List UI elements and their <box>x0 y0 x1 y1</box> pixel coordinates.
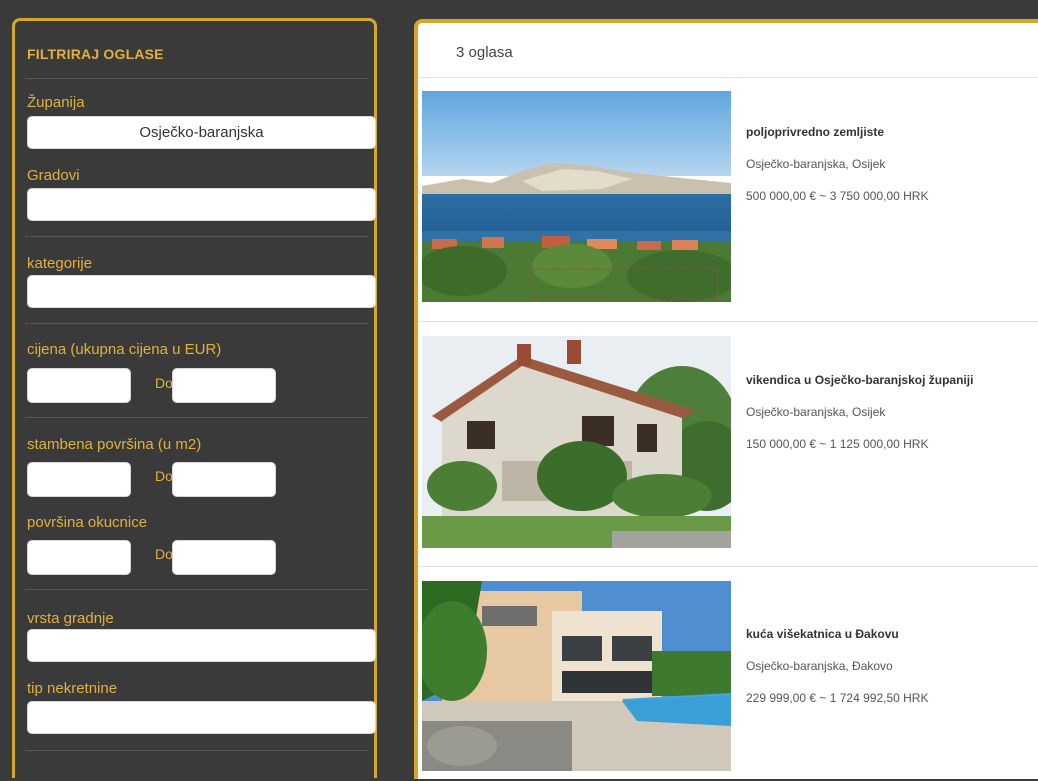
zupanija-select[interactable]: Osječko-baranjska <box>27 116 376 149</box>
listing-price: 500 000,00 € ~ 3 750 000,00 HRK <box>746 189 929 203</box>
divider <box>25 589 368 590</box>
filter-title: FILTRIRAJ OGLASE <box>27 46 164 62</box>
filter-sidebar: FILTRIRAJ OGLASE Županija Osječko-baranj… <box>12 18 377 778</box>
stambena-min-input[interactable] <box>27 462 131 497</box>
gradovi-label: Gradovi <box>27 167 80 184</box>
sea-coast-landscape-photo <box>422 91 731 302</box>
divider <box>25 417 368 418</box>
listing-card[interactable]: poljoprivredno zemljiste Osječko-baranjs… <box>422 91 1038 321</box>
okucnica-label: površina okucnice <box>27 514 148 531</box>
stambena-max-input[interactable] <box>172 462 276 497</box>
listing-location: Osječko-baranjska, Đakovo <box>746 659 893 673</box>
cijena-min-input[interactable] <box>27 368 131 403</box>
divider <box>25 78 368 79</box>
tip-nekretnine-label: tip nekretnine <box>27 680 118 697</box>
stambena-povrsina-label: stambena površina (u m2) <box>27 436 202 453</box>
divider <box>25 323 368 324</box>
listing-location: Osječko-baranjska, Osijek <box>746 157 886 171</box>
tip-nekretnine-select[interactable] <box>27 701 376 734</box>
okucnica-max-input[interactable] <box>172 540 276 575</box>
cijena-do-label: Do <box>155 375 173 391</box>
kategorije-input[interactable] <box>27 275 376 308</box>
listing-card[interactable]: kuća višekatnica u Đakovu Osječko-baranj… <box>422 581 1038 781</box>
divider <box>418 77 1038 78</box>
listing-image[interactable] <box>422 91 731 302</box>
vrsta-gradnje-select[interactable] <box>27 629 376 662</box>
zupanija-selected-value: Osječko-baranjska <box>139 124 264 141</box>
gradovi-input[interactable] <box>27 188 376 221</box>
divider <box>418 566 1038 567</box>
listing-price: 229 999,00 € ~ 1 724 992,50 HRK <box>746 691 929 705</box>
zupanija-label: Županija <box>27 94 85 111</box>
kategorije-label: kategorije <box>27 255 93 272</box>
listing-price: 150 000,00 € ~ 1 125 000,00 HRK <box>746 437 929 451</box>
divider <box>25 236 368 237</box>
results-panel: 3 oglasa poljoprivredno zemljiste Osječk… <box>414 19 1038 779</box>
listing-image[interactable] <box>422 581 731 771</box>
okucnica-min-input[interactable] <box>27 540 131 575</box>
listing-title[interactable]: vikendica u Osječko-baranjskoj županiji <box>746 373 973 387</box>
listing-location: Osječko-baranjska, Osijek <box>746 405 886 419</box>
listing-title[interactable]: poljoprivredno zemljiste <box>746 125 884 139</box>
white-house-photo <box>422 336 731 548</box>
listing-card[interactable]: vikendica u Osječko-baranjskoj županiji … <box>422 336 1038 566</box>
cijena-max-input[interactable] <box>172 368 276 403</box>
vrsta-gradnje-label: vrsta gradnje <box>27 610 114 627</box>
cijena-label: cijena (ukupna cijena u EUR) <box>27 341 222 358</box>
listing-title[interactable]: kuća višekatnica u Đakovu <box>746 627 899 641</box>
listing-image[interactable] <box>422 336 731 548</box>
divider <box>25 750 368 751</box>
modern-house-pool-photo <box>422 581 731 771</box>
divider <box>418 321 1038 322</box>
okucnica-do-label: Do <box>155 546 173 562</box>
results-count: 3 oglasa <box>456 44 513 61</box>
stambena-do-label: Do <box>155 468 173 484</box>
